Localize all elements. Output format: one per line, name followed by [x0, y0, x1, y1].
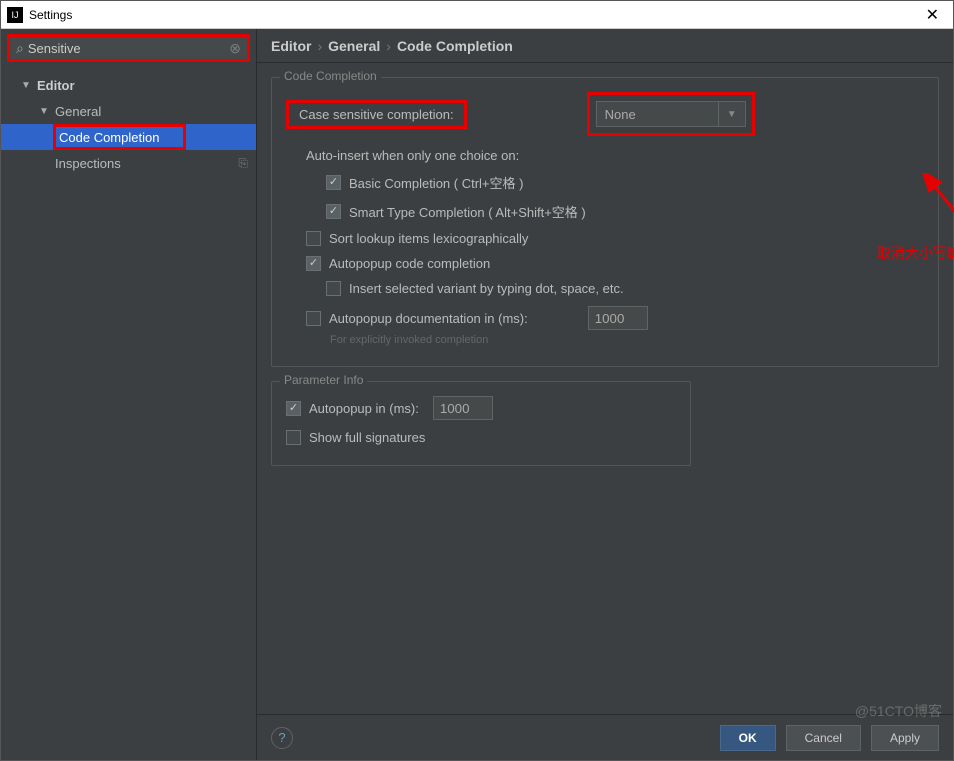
breadcrumb: Editor › General › Code Completion: [257, 29, 953, 63]
search-input[interactable]: [28, 41, 229, 56]
basic-completion-checkbox[interactable]: [326, 175, 341, 190]
case-sensitive-highlight: None ▼: [587, 92, 755, 136]
sidebar: ⌕ ⊗ ▼ Editor ▼ General Code Completion: [1, 29, 257, 760]
autopopup-doc-input[interactable]: [588, 306, 648, 330]
checkbox-label: Insert selected variant by typing dot, s…: [349, 281, 624, 296]
insert-selected-checkbox[interactable]: [326, 281, 341, 296]
breadcrumb-part[interactable]: Editor: [271, 38, 311, 54]
autopopup-doc-hint: For explicitly invoked completion: [330, 334, 924, 346]
copy-icon[interactable]: ⎘: [238, 156, 248, 171]
tree-item-inspections[interactable]: Inspections ⎘: [1, 150, 256, 176]
chevron-down-icon: ▼: [21, 80, 33, 91]
checkbox-label: Autopopup documentation in (ms):: [329, 311, 528, 326]
window-title: Settings: [29, 8, 72, 22]
autopopup-in-checkbox[interactable]: [286, 401, 301, 416]
chevron-right-icon: ›: [386, 38, 391, 54]
annotation-text: 取消大小写敏感,让代码提示更丰富齐全.: [877, 243, 954, 263]
chevron-right-icon: ›: [317, 38, 322, 54]
settings-window: IJ Settings ✕ ⌕ ⊗ ▼ Editor ▼ General: [0, 0, 954, 761]
sort-lookup-checkbox[interactable]: [306, 231, 321, 246]
show-full-sig-checkbox[interactable]: [286, 430, 301, 445]
chevron-down-icon: ▼: [718, 102, 737, 126]
ok-button[interactable]: OK: [720, 725, 776, 751]
watermark: @51CTO博客: [855, 701, 942, 721]
search-icon: ⌕: [16, 40, 24, 57]
tree-item-code-completion[interactable]: Code Completion: [1, 124, 256, 150]
checkbox-label: Show full signatures: [309, 430, 425, 445]
checkbox-label: Sort lookup items lexicographically: [329, 231, 528, 246]
auto-insert-label: Auto-insert when only one choice on:: [286, 148, 924, 163]
content-area: Code Completion Case sensitive completio…: [257, 63, 953, 714]
case-sensitive-dropdown[interactable]: None ▼: [596, 101, 746, 127]
checkbox-label: Autopopup code completion: [329, 256, 490, 271]
apply-button[interactable]: Apply: [871, 725, 939, 751]
settings-tree: ▼ Editor ▼ General Code Completion Inspe…: [1, 66, 256, 760]
footer: ? OK Cancel Apply: [257, 714, 953, 760]
tree-item-editor[interactable]: ▼ Editor: [1, 72, 256, 98]
tree-label: Inspections: [55, 156, 121, 171]
code-completion-fieldset: Code Completion Case sensitive completio…: [271, 77, 939, 367]
checkbox-label: Smart Type Completion ( Alt+Shift+空格 ): [349, 202, 586, 221]
chevron-down-icon: ▼: [39, 106, 51, 117]
smart-type-completion-checkbox[interactable]: [326, 204, 341, 219]
tree-item-general[interactable]: ▼ General: [1, 98, 256, 124]
main-panel: Editor › General › Code Completion Code …: [257, 29, 953, 760]
checkbox-label: Autopopup in (ms):: [309, 401, 419, 416]
help-icon[interactable]: ?: [271, 727, 293, 749]
close-icon[interactable]: ✕: [918, 5, 947, 25]
autopopup-doc-checkbox[interactable]: [306, 311, 321, 326]
fieldset-legend: Code Completion: [280, 69, 381, 83]
dropdown-value: None: [605, 107, 636, 122]
autopopup-in-input[interactable]: [433, 396, 493, 420]
autopopup-code-checkbox[interactable]: [306, 256, 321, 271]
app-icon: IJ: [7, 7, 23, 23]
tree-label: Editor: [37, 78, 75, 93]
breadcrumb-part[interactable]: General: [328, 38, 380, 54]
titlebar: IJ Settings ✕: [1, 1, 953, 29]
checkbox-label: Basic Completion ( Ctrl+空格 ): [349, 173, 523, 192]
breadcrumb-part[interactable]: Code Completion: [397, 38, 513, 54]
parameter-info-fieldset: Parameter Info Autopopup in (ms): Show f…: [271, 381, 691, 466]
fieldset-legend: Parameter Info: [280, 373, 367, 387]
case-sensitive-label: Case sensitive completion:: [286, 100, 467, 129]
clear-search-icon[interactable]: ⊗: [229, 40, 241, 57]
tree-label: General: [55, 104, 101, 119]
cancel-button[interactable]: Cancel: [786, 725, 861, 751]
tree-label: Code Completion: [59, 130, 159, 145]
search-box: ⌕ ⊗: [7, 34, 250, 62]
